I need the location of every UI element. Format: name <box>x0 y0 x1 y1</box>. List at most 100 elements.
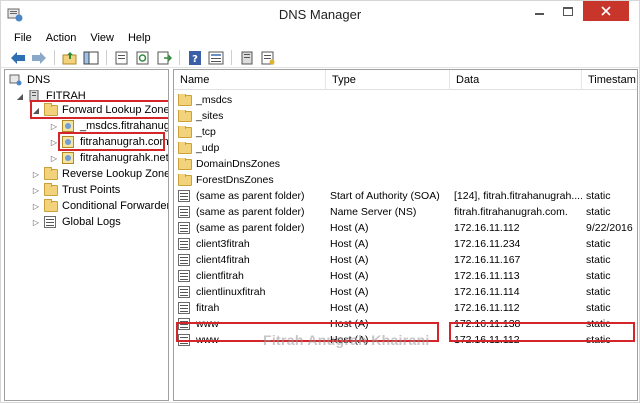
maximize-button[interactable] <box>554 1 582 21</box>
table-row[interactable]: client4fitrah Host (A) 172.16.11.167 static <box>174 252 637 268</box>
table-row[interactable]: (same as parent folder) Start of Authorit… <box>174 188 637 204</box>
tree-node-zone-third[interactable]: ▷ fitrahanugrahk.net <box>49 150 168 166</box>
tree-node-trust-points[interactable]: ▷ Trust Points <box>31 182 120 198</box>
collapse-arrow-icon[interactable]: ◢ <box>15 91 25 101</box>
tree-label-conditional-forwarders: Conditional Forwarders <box>62 200 169 212</box>
cell-timestamp: static <box>586 238 611 250</box>
show-hide-console-tree-button[interactable] <box>82 50 100 66</box>
expand-arrow-icon[interactable]: ▷ <box>31 169 41 179</box>
table-row[interactable]: _tcp <box>174 124 637 140</box>
folder-icon <box>178 126 192 138</box>
toolbar-separator <box>54 50 55 65</box>
properties-button[interactable] <box>113 50 131 66</box>
table-row[interactable]: fitrah Host (A) 172.16.11.112 static <box>174 300 637 316</box>
cell-timestamp: static <box>586 270 611 282</box>
title-bar[interactable]: DNS Manager <box>1 1 639 28</box>
cell-type: Host (A) <box>330 254 369 266</box>
cell-data: [124], fitrah.fitrahanugrah.... <box>454 190 582 202</box>
row-name: (same as parent folder) <box>196 190 305 202</box>
cell-type: Name Server (NS) <box>330 206 417 218</box>
table-row[interactable]: DomainDnsZones <box>174 156 637 172</box>
help-icon: ? <box>189 50 201 65</box>
forward-arrow-icon <box>32 51 46 64</box>
folder-icon <box>178 174 192 186</box>
toolbar-separator <box>106 50 107 65</box>
export-list-button[interactable] <box>155 50 173 66</box>
watermark-text: Fitrah Anugrah Khairani <box>263 332 430 348</box>
records-list[interactable]: Name Type Data Timestam _msdcs _sites _tcp… <box>173 69 638 401</box>
expand-arrow-icon[interactable]: ▷ <box>31 185 41 195</box>
cell-timestamp: static <box>586 206 611 218</box>
tree-label-zone-msdcs: _msdcs.fitrahanugrah <box>80 120 169 132</box>
cell-data: 172.16.11.112 <box>454 302 520 314</box>
toolbar-separator <box>231 50 232 65</box>
cell-type: Host (A) <box>330 302 369 314</box>
record-icon <box>178 238 192 250</box>
table-row[interactable]: ForestDnsZones <box>174 172 637 188</box>
record-icon <box>178 190 192 202</box>
row-name: _msdcs <box>196 94 233 106</box>
cell-type: Host (A) <box>330 238 369 250</box>
folder-icon <box>44 198 58 212</box>
table-row[interactable]: _sites <box>174 108 637 124</box>
tree-node-global-logs[interactable]: ▷ Global Logs <box>31 214 121 230</box>
cell-data: 172.16.11.167 <box>454 254 521 266</box>
tree-node-reverse-lookup-zones[interactable]: ▷ Reverse Lookup Zones <box>31 166 168 182</box>
cell-type: Host (A) <box>330 222 369 234</box>
maximize-icon <box>563 6 573 16</box>
tree-label-dns: DNS <box>27 74 51 86</box>
column-header-timestamp[interactable]: Timestam <box>582 70 637 90</box>
expand-arrow-icon[interactable]: ▷ <box>49 153 59 163</box>
column-header-data[interactable]: Data <box>450 70 582 90</box>
minimize-button[interactable] <box>525 1 553 21</box>
menu-view[interactable]: View <box>83 32 121 44</box>
expand-arrow-icon[interactable]: ▷ <box>31 217 41 227</box>
menu-action[interactable]: Action <box>39 32 84 44</box>
folder-icon <box>178 142 192 154</box>
column-header-name[interactable]: Name <box>174 70 326 90</box>
close-button[interactable] <box>583 1 629 21</box>
table-row[interactable]: _udp <box>174 140 637 156</box>
back-button[interactable] <box>9 50 27 66</box>
highlight-box-forward-zones <box>30 100 168 119</box>
table-row[interactable]: clientlinuxfitrah Host (A) 172.16.11.114 st… <box>174 284 637 300</box>
row-name: clientfitrah <box>196 270 244 282</box>
menu-file[interactable]: File <box>7 32 39 44</box>
forward-button[interactable] <box>30 50 48 66</box>
expand-arrow-icon[interactable]: ▷ <box>49 121 59 131</box>
toolbar-separator <box>179 50 180 65</box>
help-button[interactable]: ? <box>186 50 204 66</box>
cell-name: (same as parent folder) <box>174 190 326 202</box>
row-name: fitrah <box>196 302 220 314</box>
folder-icon <box>178 94 192 106</box>
menu-help[interactable]: Help <box>121 32 158 44</box>
tree-label-trust-points: Trust Points <box>62 184 121 196</box>
folder-icon <box>178 110 192 122</box>
cell-name: _udp <box>174 142 326 154</box>
refresh-button[interactable] <box>134 50 152 66</box>
console-tree[interactable]: DNS ◢ FITRAH ◢ Forward Lookup Zones ▷ _m… <box>4 69 169 401</box>
tree-node-conditional-forwarders[interactable]: ▷ Conditional Forwarders <box>31 198 169 214</box>
cell-name: ForestDnsZones <box>174 174 326 186</box>
table-row[interactable]: (same as parent folder) Host (A) 172.16.11… <box>174 220 637 236</box>
table-row[interactable]: _msdcs <box>174 92 637 108</box>
cell-name: client3fitrah <box>174 238 326 250</box>
table-row[interactable]: (same as parent folder) Name Server (NS) f… <box>174 204 637 220</box>
column-header-type[interactable]: Type <box>326 70 450 90</box>
cell-timestamp: static <box>586 302 611 314</box>
cell-name: DomainDnsZones <box>174 158 326 170</box>
new-record-button[interactable] <box>259 50 277 66</box>
tree-node-dns[interactable]: DNS <box>9 72 50 88</box>
cell-data: 172.16.11.234 <box>454 238 521 250</box>
details-view-button[interactable] <box>207 50 225 66</box>
row-name: (same as parent folder) <box>196 206 305 218</box>
up-one-level-button[interactable] <box>61 50 79 66</box>
menu-bar: File Action View Help <box>1 28 639 48</box>
server-button[interactable] <box>238 50 256 66</box>
expand-arrow-icon[interactable]: ▷ <box>31 201 41 211</box>
table-row[interactable]: clientfitrah Host (A) 172.16.11.113 static <box>174 268 637 284</box>
table-row[interactable]: client3fitrah Host (A) 172.16.11.234 static <box>174 236 637 252</box>
row-name: DomainDnsZones <box>196 158 281 170</box>
cell-name: clientlinuxfitrah <box>174 286 326 298</box>
row-name: _sites <box>196 110 224 122</box>
